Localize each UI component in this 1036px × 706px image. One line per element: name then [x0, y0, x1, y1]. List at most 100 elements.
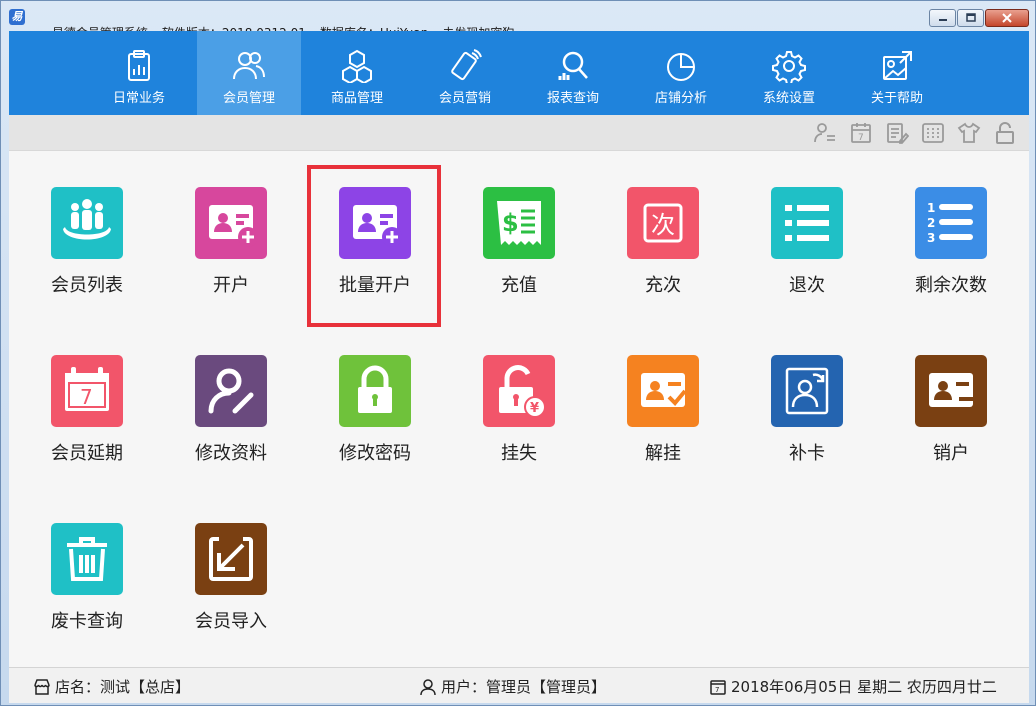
calendar-icon: 7 — [710, 679, 726, 695]
close-icon — [1002, 13, 1012, 23]
tile-label: 解挂 — [645, 443, 681, 464]
tile-label: 废卡查询 — [51, 611, 123, 632]
nav-member-marketing[interactable]: 会员营销 — [413, 31, 517, 115]
current-date: 2018年06月05日 星期二 农历四月廿二 — [731, 678, 997, 696]
boxes-icon — [342, 49, 372, 83]
nav-label: 系统设置 — [762, 91, 815, 106]
title-bar: 易 易德会员管理系统软件版本：2018.0312.01数据库名：HuiYuan未… — [1, 1, 1035, 40]
numbered-list-icon: 1 2 3 — [915, 187, 987, 259]
app-logo-icon: 易 — [9, 9, 25, 25]
svg-text:3: 3 — [927, 231, 935, 245]
tile-refund-count[interactable]: 退次 — [747, 187, 867, 337]
svg-text:$: $ — [502, 209, 519, 237]
import-icon — [195, 523, 267, 595]
shirt-icon[interactable] — [957, 121, 981, 145]
function-grid: 会员列表 开户 批量开户 $ 充值 次 充次 退次 1 2 3 剩余次数 7 会… — [9, 151, 1029, 667]
tile-member-list[interactable]: 会员列表 — [27, 187, 147, 337]
nav-label: 商品管理 — [330, 91, 383, 106]
lock-icon[interactable] — [993, 121, 1017, 145]
nav-daily-business[interactable]: 日常业务 — [87, 31, 191, 115]
nav-about-help[interactable]: 关于帮助 — [845, 31, 949, 115]
nav-label: 日常业务 — [112, 91, 165, 106]
maximize-button[interactable] — [957, 9, 984, 27]
minimize-button[interactable] — [929, 9, 956, 27]
nav-label: 关于帮助 — [870, 91, 923, 106]
nav-label: 店铺分析 — [654, 91, 707, 106]
tile-member-import[interactable]: 会员导入 — [171, 523, 291, 673]
calendar-icon[interactable]: 7 — [849, 121, 873, 145]
tile-recharge[interactable]: $ 充值 — [459, 187, 579, 337]
nav-label: 会员管理 — [222, 91, 275, 106]
nav-store-analysis[interactable]: 店铺分析 — [629, 31, 733, 115]
tile-member-extend[interactable]: 7 会员延期 — [27, 355, 147, 505]
user-list-icon[interactable] — [813, 121, 837, 145]
id-card-check-icon — [627, 355, 699, 427]
nav-label: 会员营销 — [438, 91, 491, 106]
tile-label: 会员延期 — [51, 443, 123, 464]
app-window: 易 易德会员管理系统软件版本：2018.0312.01数据库名：HuiYuan未… — [0, 0, 1036, 706]
maximize-icon — [965, 13, 976, 22]
id-card-remove-icon — [915, 355, 987, 427]
id-card-add-icon — [195, 187, 267, 259]
user-info: 用户：管理员【管理员】 — [419, 676, 606, 697]
nav-goods-management[interactable]: 商品管理 — [305, 31, 409, 115]
close-button[interactable] — [985, 9, 1029, 27]
unlock-yen-icon: ¥ — [483, 355, 555, 427]
toolbar: 7 — [9, 115, 1029, 151]
tile-label: 补卡 — [789, 443, 825, 464]
selection-highlight — [307, 165, 441, 327]
nav-system-settings[interactable]: 系统设置 — [737, 31, 841, 115]
nav-member-management[interactable]: 会员管理 — [197, 31, 301, 115]
tile-label: 挂失 — [501, 443, 537, 464]
tile-report-loss[interactable]: ¥ 挂失 — [459, 355, 579, 505]
main-nav: 日常业务 会员管理 商品管理 会员营销 报表查询 店铺分析 系统设置 关于帮助 — [9, 31, 1029, 115]
user-edit-icon — [195, 355, 267, 427]
phone-icon — [451, 49, 482, 81]
tile-unfreeze[interactable]: 解挂 — [603, 355, 723, 505]
list-icon — [771, 187, 843, 259]
svg-text:7: 7 — [80, 385, 93, 409]
help-icon — [883, 51, 912, 80]
tile-label: 销户 — [933, 443, 969, 464]
keyboard-icon[interactable] — [921, 121, 945, 145]
tile-reissue-card[interactable]: 补卡 — [747, 355, 867, 505]
tile-remaining-count[interactable]: 1 2 3 剩余次数 — [891, 187, 1011, 337]
tile-invalid-card-query[interactable]: 废卡查询 — [27, 523, 147, 673]
tile-label: 退次 — [789, 275, 825, 296]
svg-text:¥: ¥ — [530, 401, 539, 416]
tile-open-account[interactable]: 开户 — [171, 187, 291, 337]
pie-chart-icon — [667, 53, 695, 81]
nav-report-query[interactable]: 报表查询 — [521, 31, 625, 115]
store-name: 店名：测试【总店】 — [55, 678, 191, 696]
date-info: 7 2018年06月05日 星期二 农历四月廿二 — [709, 676, 997, 697]
svg-text:7: 7 — [715, 686, 719, 694]
tile-edit-profile[interactable]: 修改资料 — [171, 355, 291, 505]
tile-label: 剩余次数 — [915, 275, 987, 296]
user-icon — [420, 678, 436, 695]
ci-text-icon: 次 — [627, 187, 699, 259]
tile-label: 充次 — [645, 275, 681, 296]
svg-text:1: 1 — [927, 201, 935, 215]
tile-label: 会员导入 — [195, 611, 267, 632]
tile-close-account[interactable]: 销户 — [891, 355, 1011, 505]
tile-label: 充值 — [501, 275, 537, 296]
window-controls — [928, 9, 1029, 27]
user-refresh-icon — [771, 355, 843, 427]
calendar-seven-icon: 7 — [51, 355, 123, 427]
lock-icon — [339, 355, 411, 427]
trash-icon — [51, 523, 123, 595]
gear-icon — [772, 51, 806, 83]
nav-label: 报表查询 — [546, 91, 599, 106]
store-info: 店名：测试【总店】 — [33, 676, 190, 697]
tile-label: 开户 — [213, 275, 249, 296]
store-icon — [34, 678, 50, 695]
svg-text:7: 7 — [858, 133, 864, 143]
tile-add-count[interactable]: 次 充次 — [603, 187, 723, 337]
tile-change-password[interactable]: 修改密码 — [315, 355, 435, 505]
edit-note-icon[interactable] — [885, 121, 909, 145]
members-icon — [233, 52, 265, 80]
tile-label: 会员列表 — [51, 275, 123, 296]
member-group-icon — [51, 187, 123, 259]
svg-text:次: 次 — [651, 211, 675, 239]
user-name: 用户：管理员【管理员】 — [441, 678, 607, 696]
